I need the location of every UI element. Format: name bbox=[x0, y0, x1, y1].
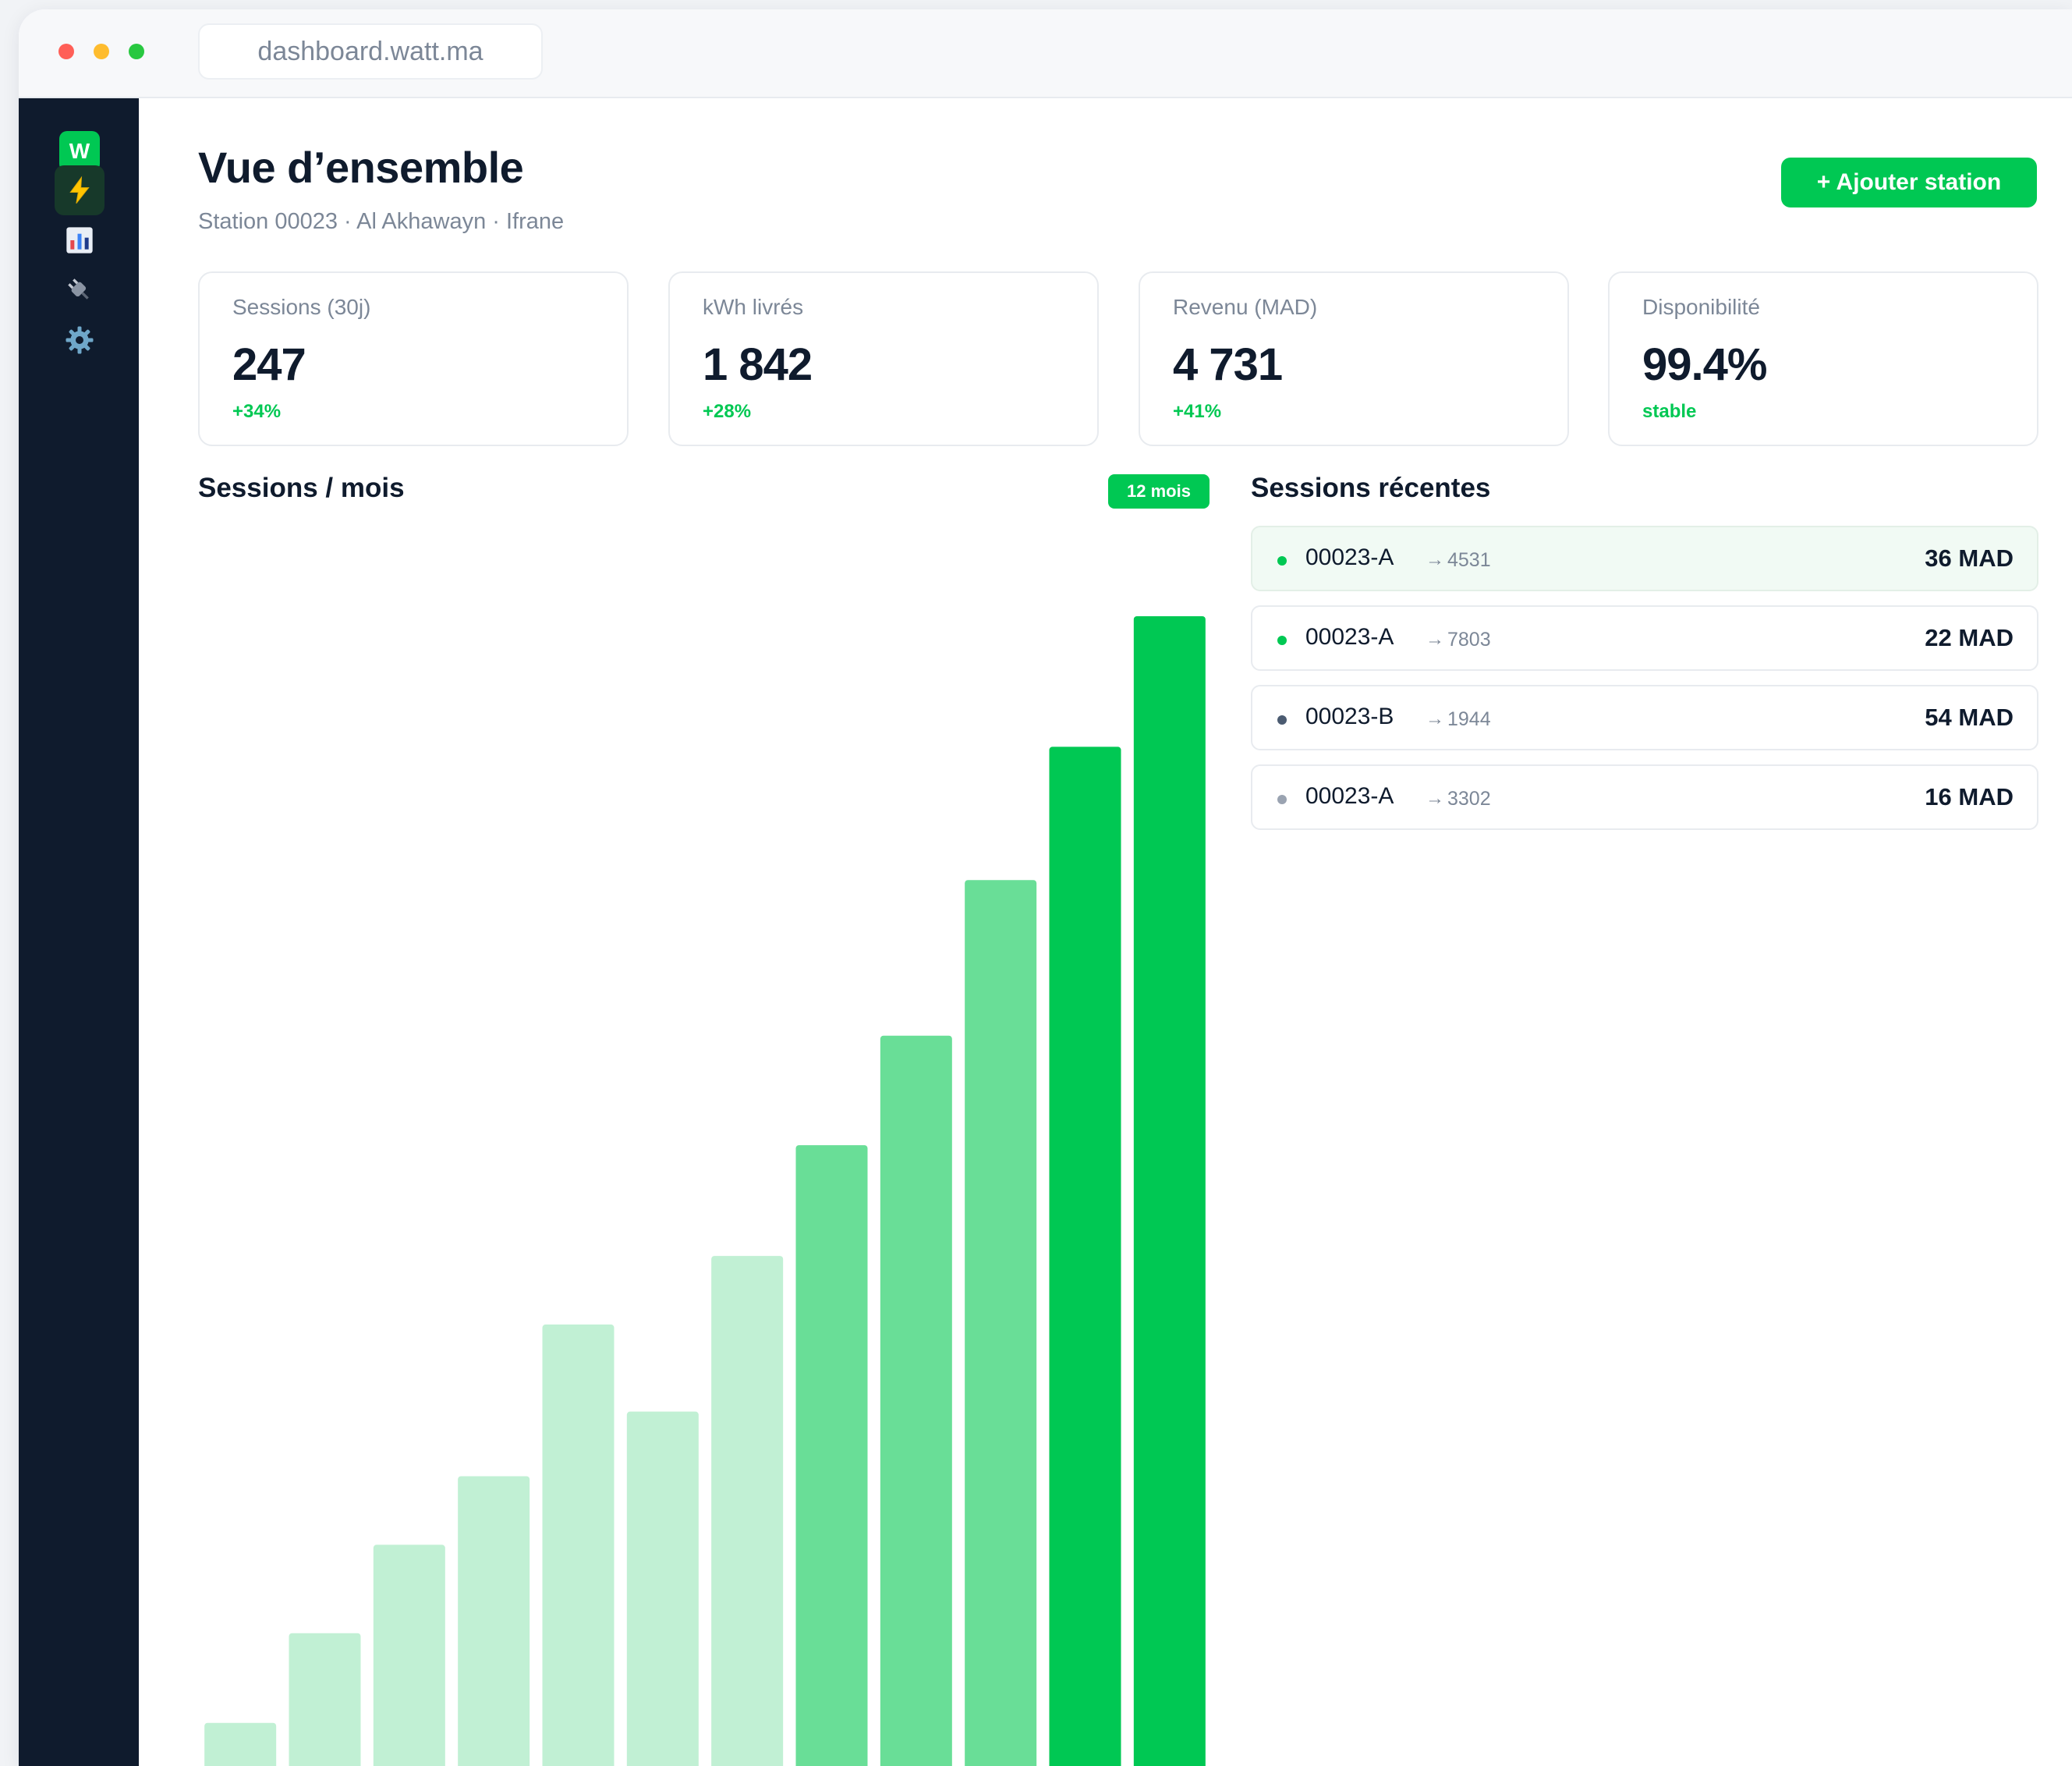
recent-session-row[interactable]: 00023-B → 1944 54 MAD bbox=[1251, 685, 2038, 750]
arrow-icon: → bbox=[1426, 788, 1444, 809]
kpi-value: 1 842 bbox=[703, 339, 813, 390]
address-bar[interactable]: dashboard.watt.ma bbox=[198, 23, 543, 80]
chart-title: Sessions / mois bbox=[198, 473, 405, 503]
arrow-icon: → bbox=[1426, 549, 1444, 570]
station-code: 00023-A bbox=[1305, 783, 1394, 809]
kpi-label: kWh livrés bbox=[703, 295, 804, 319]
bar-jan[interactable] bbox=[795, 1145, 868, 1766]
status-dot bbox=[1277, 636, 1287, 645]
main-content: Vue d’ensemble Station 00023 · Al Akhawa… bbox=[139, 98, 2072, 1766]
bar-may[interactable] bbox=[1133, 616, 1206, 1766]
maximize-window-button[interactable] bbox=[129, 44, 144, 59]
recent-sessions-title: Sessions récentes bbox=[1251, 473, 1491, 503]
bar-sep[interactable] bbox=[458, 1476, 530, 1766]
close-window-button[interactable] bbox=[58, 44, 74, 59]
session-id: 3302 bbox=[1447, 788, 1491, 810]
kpi-value: 99.4% bbox=[1642, 339, 1767, 390]
station-code: 00023-A bbox=[1305, 544, 1394, 570]
lightning-icon bbox=[69, 176, 90, 204]
bar-oct[interactable] bbox=[542, 1324, 615, 1766]
page-subtitle: Station 00023 · Al Akhawayn · Ifrane bbox=[198, 209, 565, 234]
kpi-label: Revenu (MAD) bbox=[1173, 295, 1318, 319]
minimize-window-button[interactable] bbox=[94, 44, 109, 59]
bar-aug[interactable] bbox=[373, 1544, 445, 1766]
chart-period-badge[interactable]: 12 mois bbox=[1108, 474, 1210, 509]
arrow-icon: → bbox=[1426, 629, 1444, 650]
arrow-icon: → bbox=[1426, 708, 1444, 729]
recent-session-row[interactable]: 00023-A → 7803 22 MAD bbox=[1251, 605, 2038, 671]
sidebar-item-analytics[interactable] bbox=[55, 215, 104, 265]
page-title: Vue d’ensemble bbox=[198, 143, 524, 192]
add-station-button[interactable]: + Ajouter station bbox=[1781, 158, 2037, 207]
kpi-delta: +41% bbox=[1173, 401, 1222, 422]
session-id: 1944 bbox=[1447, 708, 1491, 730]
bar-jul[interactable] bbox=[289, 1633, 361, 1766]
sidebar-item-charging[interactable] bbox=[55, 165, 104, 215]
plug-icon bbox=[68, 278, 89, 300]
kpi-card-revenue: Revenu (MAD) 4 731 +41% bbox=[1139, 271, 1569, 446]
session-amount: 36 MAD bbox=[1925, 544, 2014, 572]
bar-chart-icon bbox=[66, 227, 93, 254]
kpi-card-sessions: Sessions (30j) 247 +34% bbox=[198, 271, 629, 446]
session-id: 7803 bbox=[1447, 629, 1491, 651]
bar-nov[interactable] bbox=[626, 1411, 699, 1766]
bar-dec[interactable] bbox=[711, 1256, 784, 1766]
browser-window: dashboard.watt.ma W Vue d’ensemble Stati… bbox=[19, 9, 2072, 1766]
bar-feb[interactable] bbox=[880, 1035, 952, 1766]
session-amount: 54 MAD bbox=[1925, 704, 2014, 731]
status-dot bbox=[1277, 715, 1287, 725]
recent-session-row[interactable]: 00023-A → 4531 36 MAD bbox=[1251, 526, 2038, 591]
sidebar-item-settings[interactable] bbox=[55, 315, 104, 365]
recent-session-row[interactable]: 00023-A → 3302 16 MAD bbox=[1251, 764, 2038, 830]
sidebar: W bbox=[19, 98, 139, 1766]
kpi-card-energy: kWh livrés 1 842 +28% bbox=[668, 271, 1099, 446]
status-dot bbox=[1277, 795, 1287, 804]
session-amount: 22 MAD bbox=[1925, 624, 2014, 651]
kpi-delta: stable bbox=[1642, 401, 1697, 422]
browser-titlebar: dashboard.watt.ma bbox=[19, 9, 2072, 98]
kpi-label: Sessions (30j) bbox=[232, 295, 371, 319]
sessions-bar-chart: JunJulAugSepOctNovDecJanFebMarAprMay bbox=[204, 616, 1206, 1766]
kpi-value: 247 bbox=[232, 339, 306, 390]
gear-icon bbox=[66, 326, 94, 354]
session-amount: 16 MAD bbox=[1925, 783, 2014, 810]
kpi-delta: +28% bbox=[703, 401, 752, 422]
sidebar-item-connectors[interactable] bbox=[55, 265, 104, 315]
session-id: 4531 bbox=[1447, 549, 1491, 571]
kpi-label: Disponibilité bbox=[1642, 295, 1760, 319]
kpi-value: 4 731 bbox=[1173, 339, 1283, 390]
bar-mar[interactable] bbox=[965, 880, 1037, 1766]
kpi-delta: +34% bbox=[232, 401, 282, 422]
status-dot bbox=[1277, 556, 1287, 566]
station-code: 00023-B bbox=[1305, 704, 1394, 729]
bar-apr[interactable] bbox=[1049, 746, 1121, 1766]
bar-jun[interactable] bbox=[204, 1722, 277, 1766]
station-code: 00023-A bbox=[1305, 624, 1394, 650]
kpi-card-availability: Disponibilité 99.4% stable bbox=[1608, 271, 2038, 446]
